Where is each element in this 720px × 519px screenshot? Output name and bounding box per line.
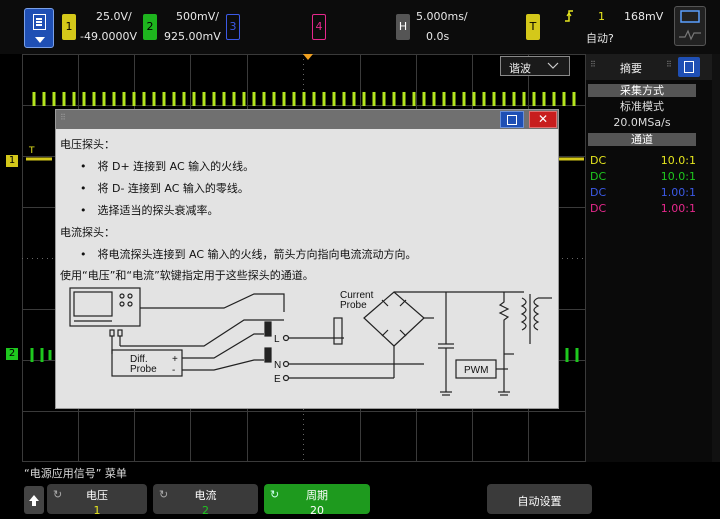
plus-sign: + [172, 354, 178, 365]
softkey-cycles[interactable]: ↻ 周期 20 [264, 484, 370, 517]
trigger-mode: 自动? [586, 32, 614, 45]
softkey-label: 电流 [194, 489, 217, 502]
grip-icon: ⠿ [590, 60, 596, 69]
top-status-bar: 1 25.0V/ -49.0000V 2 500mV/ 925.00mV 3 4… [0, 0, 720, 54]
sidebar-menu-button[interactable] [678, 57, 700, 77]
ch4-ratio: 1.00:1 [660, 202, 696, 215]
close-icon[interactable]: ✕ [529, 111, 557, 128]
rotate-knob-icon: ↻ [270, 488, 280, 501]
waveform-icon [679, 10, 701, 41]
diff-probe-label: Probe [130, 364, 157, 375]
sidebar-title: 摘要 [620, 62, 642, 75]
ch2-offset: 925.00mV [164, 30, 221, 43]
ch2-scale: 500mV/ [176, 10, 219, 23]
softkey-auto-setup[interactable]: 自动设置 [487, 484, 592, 514]
ch1-ratio: 10.0:1 [660, 154, 696, 167]
ch1-scale: 25.0V/ [96, 10, 132, 23]
ch2-ratio: 10.0:1 [660, 170, 696, 183]
ch1-indicator[interactable]: 1 [62, 14, 76, 40]
current-probe-heading: 电流探头： [60, 226, 115, 239]
chevron-down-icon [547, 62, 559, 69]
document-icon [684, 61, 694, 73]
softkey-value: 1 [93, 504, 101, 517]
grip-icon: ⠿ [666, 60, 672, 69]
rotate-knob-icon: ↻ [53, 488, 63, 501]
ch3-ratio: 1.00:1 [660, 186, 696, 199]
summary-sidebar: ⠿ 摘要 ⠿ 采集方式 标准模式 20.0MSa/s 通道 DC 10.0:1 … [586, 54, 720, 462]
up-arrow-icon [29, 495, 39, 506]
ch1-offset: -49.0000V [80, 30, 137, 43]
ch1-ground-marker[interactable]: 1 [6, 155, 18, 167]
channel-assignment-note: 使用“电压”和“电流”软键指定用于这些探头的通道。 [60, 269, 314, 282]
voltage-probe-heading: 电压探头： [60, 138, 115, 151]
probe-connection-diagram: Current Probe Diff. Probe + - L N E PWM [69, 287, 552, 396]
trigger-level: 168mV [624, 10, 664, 23]
softkey-label: 自动设置 [517, 495, 562, 508]
line-terminal-label: L [274, 334, 280, 345]
harmonics-tab[interactable]: 谐波 [500, 56, 570, 76]
ch4-indicator[interactable]: 4 [312, 14, 326, 40]
main-menu-button[interactable] [24, 8, 54, 48]
softkey-current[interactable]: ↻ 电流 2 [153, 484, 258, 517]
rotate-knob-icon: ↻ [159, 488, 169, 501]
back-button[interactable] [24, 486, 44, 514]
menu-title: “电源应用信号” 菜单 [24, 467, 127, 480]
ch1-coupling: DC [590, 154, 607, 167]
caret-down-icon [35, 37, 45, 43]
minus-sign: - [172, 365, 175, 376]
softkey-value: 2 [202, 504, 209, 517]
ch2-ground-marker[interactable]: 2 [6, 348, 18, 360]
softkey-label: 周期 [306, 489, 328, 502]
rising-edge-icon [565, 10, 573, 22]
grip-icon: ⠿ [60, 113, 66, 122]
softkey-value: 20 [310, 504, 324, 517]
acquisition-mode: 标准模式 [620, 100, 664, 113]
ch3-coupling: DC [590, 186, 607, 199]
trigger-level-marker[interactable]: T [29, 146, 35, 156]
earth-terminal-label: E [274, 374, 281, 385]
current-probe-label: Probe [340, 300, 367, 311]
acquisition-header: 采集方式 [588, 84, 696, 97]
timebase-delay: 0.0s [426, 30, 450, 43]
pwm-label: PWM [464, 365, 488, 376]
trigger-indicator[interactable]: T [526, 14, 540, 40]
instruction-line: • 将电流探头连接到 AC 输入的火线，箭头方向指向电流流动方向。 [80, 248, 417, 261]
dialog-titlebar[interactable]: ⠿ ✕ [56, 110, 558, 129]
ch4-coupling: DC [590, 202, 607, 215]
ch3-indicator[interactable]: 3 [226, 14, 240, 40]
harmonics-tab-label: 谐波 [509, 62, 531, 75]
instruction-line: • 将 D- 连接到 AC 输入的零线。 [80, 182, 249, 195]
softkey-voltage[interactable]: ↻ 电压 1 [47, 484, 147, 517]
timebase-scale: 5.000ms/ [416, 10, 468, 23]
dialog-menu-button[interactable] [500, 111, 524, 128]
horizontal-indicator[interactable]: H [396, 14, 410, 40]
sidebar-scrollbar[interactable] [712, 54, 720, 462]
channels-header: 通道 [588, 133, 696, 146]
trigger-source: 1 [598, 10, 605, 23]
ch2-coupling: DC [590, 170, 607, 183]
probe-help-dialog: ⠿ ✕ 电压探头： • 将 D+ 连接到 AC 输入的火线。 • 将 D- 连接… [55, 109, 559, 409]
document-icon [507, 115, 517, 125]
display-mode-button[interactable] [674, 6, 706, 46]
instruction-line: • 选择适当的探头衰减率。 [80, 204, 219, 217]
sample-rate: 20.0MSa/s [613, 116, 671, 129]
trigger-position-marker[interactable] [303, 54, 313, 61]
instruction-line: • 将 D+ 连接到 AC 输入的火线。 [80, 160, 255, 173]
document-icon [33, 14, 46, 30]
ch2-indicator[interactable]: 2 [143, 14, 157, 40]
neutral-terminal-label: N [274, 360, 281, 371]
